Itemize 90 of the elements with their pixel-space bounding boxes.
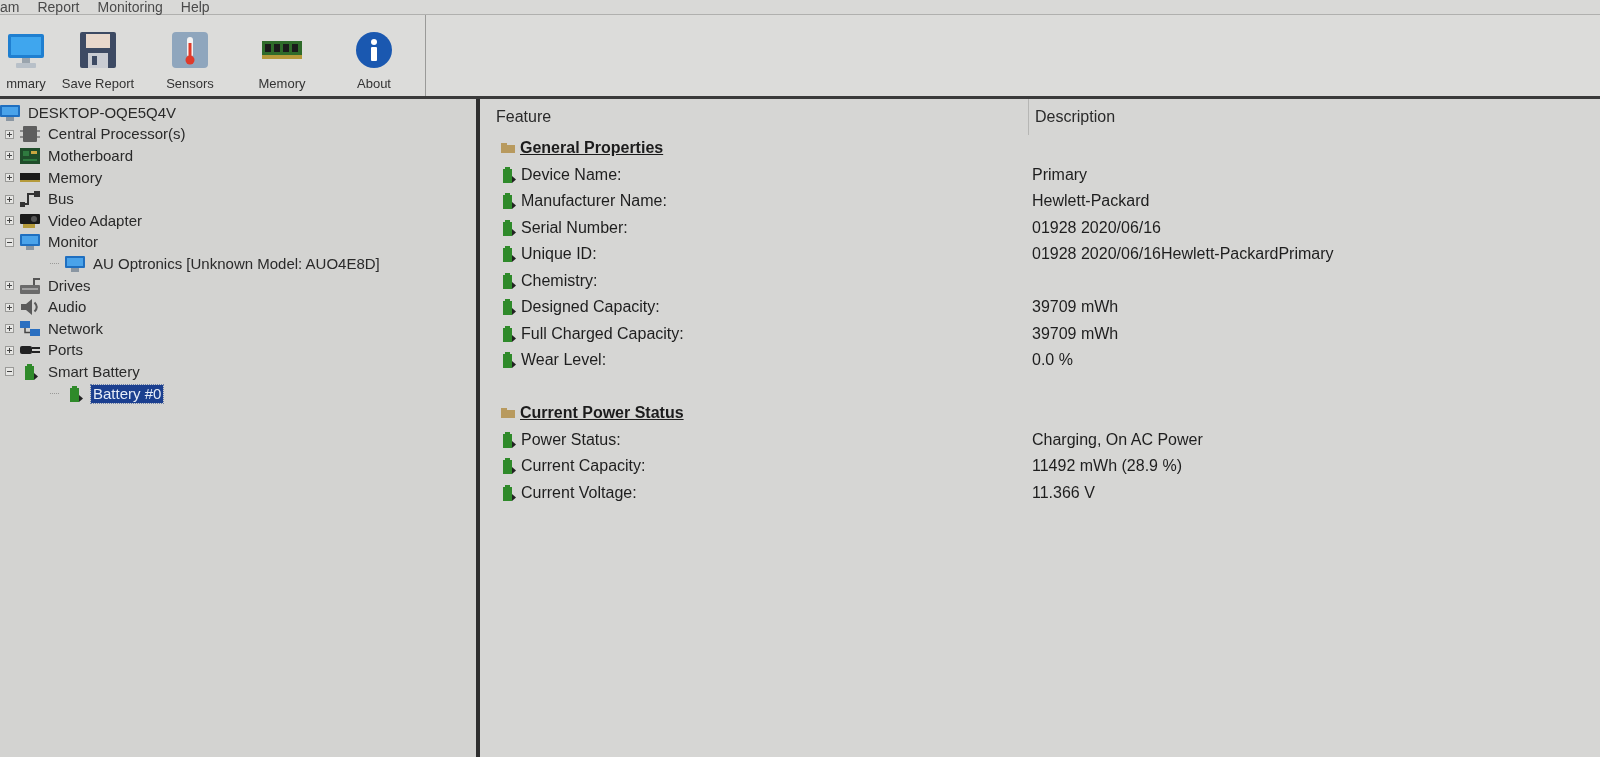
property-value: 01928 2020/06/16Hewlett-PackardPrimary [1032,245,1334,263]
column-header[interactable]: Feature [480,99,1028,135]
tree-item[interactable]: Memory [46,168,105,187]
battery-icon [501,352,516,369]
toolbar-button[interactable]: Save Report [52,15,144,96]
menu-item[interactable]: Monitoring [88,0,172,14]
menu-item[interactable]: am [0,0,29,14]
property-name: Wear Level: [521,351,607,370]
tree-item[interactable]: Smart Battery [46,362,142,381]
property-value: 0.0 % [1032,351,1073,369]
tree-item[interactable]: Video Adapter [46,211,144,230]
tree-item[interactable]: Drives [46,276,93,295]
tree-item[interactable]: Audio [46,298,89,317]
expand-icon[interactable] [5,324,14,334]
battery-icon [501,299,516,316]
battery-icon [501,272,516,289]
expand-icon[interactable] [5,216,14,226]
property-name: Serial Number: [521,218,628,237]
property-name: Designed Capacity: [521,298,660,317]
monitor-icon [8,32,44,68]
expand-icon[interactable] [5,281,14,291]
property-name: Current Capacity: [521,457,646,476]
battery-icon [501,431,516,448]
menu-item[interactable]: Report [28,0,89,14]
graphics-card-icon [20,213,40,228]
tree-item[interactable]: Battery #0 [91,384,164,403]
expand-icon[interactable] [5,173,14,183]
section-title: Current Power Status [520,404,684,423]
battery-icon [501,246,516,263]
circuit-board-icon [20,148,40,164]
battery-icon [501,219,516,236]
toolbar-button[interactable]: About [328,15,420,96]
expand-icon[interactable] [5,194,14,204]
monitor-icon [20,234,40,251]
battery-icon [501,193,516,210]
tree-item[interactable]: Ports [46,341,85,360]
property-value: Hewlett-Packard [1032,192,1150,210]
toolbar-button[interactable]: Memory [236,15,328,96]
battery-icon [501,325,516,342]
property-value: Charging, On AC Power [1032,430,1203,448]
network-icon [20,321,40,337]
connector-icon [20,191,40,208]
battery-icon [501,458,516,475]
info-icon [356,32,392,68]
column-header[interactable]: Description [1028,99,1600,135]
expand-icon[interactable] [5,345,14,355]
battery-icon [501,166,516,183]
tree-item[interactable]: Central Processor(s) [46,125,188,144]
toolbar-button[interactable]: Sensors [144,15,236,96]
toolbar-button[interactable]: mmary [0,15,52,96]
collapse-icon[interactable] [5,237,14,247]
monitor-icon [65,255,85,272]
battery-icon [501,484,516,501]
drive-icon [20,277,40,294]
menu-item[interactable]: Help [171,0,219,14]
thermometer-icon [172,32,208,68]
speaker-icon [21,299,39,316]
battery-icon [22,363,38,380]
monitor-icon [0,104,20,121]
property-value: 11492 mWh (28.9 %) [1032,457,1182,475]
folder-icon [501,408,515,419]
chip-icon [20,126,40,143]
tree-item[interactable]: Motherboard [46,147,136,165]
battery-icon [67,385,83,402]
property-value: Primary [1032,165,1088,183]
tree-item[interactable]: Monitor [46,233,101,252]
memory-module-icon [262,41,302,59]
property-name: Power Status: [521,430,621,449]
plug-icon [20,346,40,355]
property-value: 39709 mWh [1032,324,1119,342]
tree-item[interactable]: AU Optronics [Unknown Model: AUO4E8D] [91,254,382,273]
property-name: Full Charged Capacity: [521,324,684,343]
property-value: 11.366 V [1032,483,1095,501]
memory-module-icon [20,173,40,183]
tree-item[interactable]: Bus [46,190,76,209]
section-title: General Properties [520,139,664,158]
property-value: 39709 mWh [1032,298,1119,316]
collapse-icon[interactable] [5,367,14,377]
expand-icon[interactable] [5,151,14,161]
property-name: Manufacturer Name: [521,192,667,211]
property-name: Current Voltage: [521,483,637,502]
property-name: Device Name: [521,165,622,184]
tree-item[interactable]: Network [46,319,105,338]
expand-icon[interactable] [5,129,14,139]
property-name: Unique ID: [521,245,597,264]
expand-icon[interactable] [5,302,14,312]
property-value: 01928 2020/06/16 [1032,218,1161,236]
folder-icon [501,143,515,154]
property-name: Chemistry: [521,271,598,290]
tree-item[interactable]: DESKTOP-OQE5Q4V [26,103,179,122]
